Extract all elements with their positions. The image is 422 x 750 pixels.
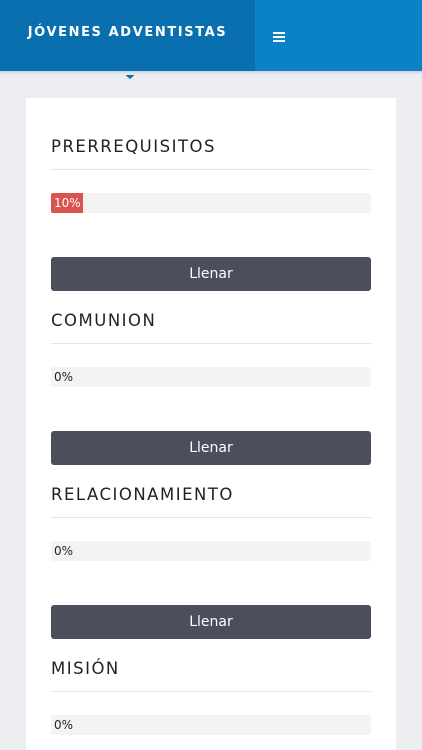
progress-bar: 10% <box>51 193 371 213</box>
section-relacionamiento: RELACIONAMIENTO 0% Llenar <box>51 482 371 639</box>
section-title: RELACIONAMIENTO <box>51 485 234 504</box>
hamburger-icon <box>273 32 285 42</box>
menu-button[interactable] <box>268 26 290 48</box>
section-mision: MISIÓN 0% <box>51 656 371 735</box>
header-shadow <box>0 71 422 75</box>
divider <box>51 169 371 170</box>
section-title: COMUNION <box>51 311 157 330</box>
section-prerrequisitos: PRERREQUISITOS 10% Llenar <box>51 134 371 291</box>
fill-button[interactable]: Llenar <box>51 257 371 291</box>
app-header: JÓVENES ADVENTISTAS <box>0 0 422 79</box>
divider <box>51 691 371 692</box>
progress-label: 0% <box>54 544 74 558</box>
content-card: PRERREQUISITOS 10% Llenar COMUNION 0% Ll… <box>26 98 396 750</box>
section-title: PRERREQUISITOS <box>51 137 217 156</box>
section-title: MISIÓN <box>51 659 120 678</box>
progress-label: 0% <box>54 370 74 384</box>
progress-bar: 0% <box>51 367 371 387</box>
brand-title: JÓVENES ADVENTISTAS <box>27 25 228 40</box>
section-comunion: COMUNION 0% Llenar <box>51 308 371 465</box>
fill-button[interactable]: Llenar <box>51 431 371 465</box>
progress-label: 0% <box>54 718 74 732</box>
divider <box>51 343 371 344</box>
progress-bar: 0% <box>51 541 371 561</box>
progress-label: 10% <box>54 196 81 210</box>
fill-button[interactable]: Llenar <box>51 605 371 639</box>
brand[interactable]: JÓVENES ADVENTISTAS <box>0 0 255 71</box>
progress-bar: 0% <box>51 715 371 735</box>
divider <box>51 517 371 518</box>
